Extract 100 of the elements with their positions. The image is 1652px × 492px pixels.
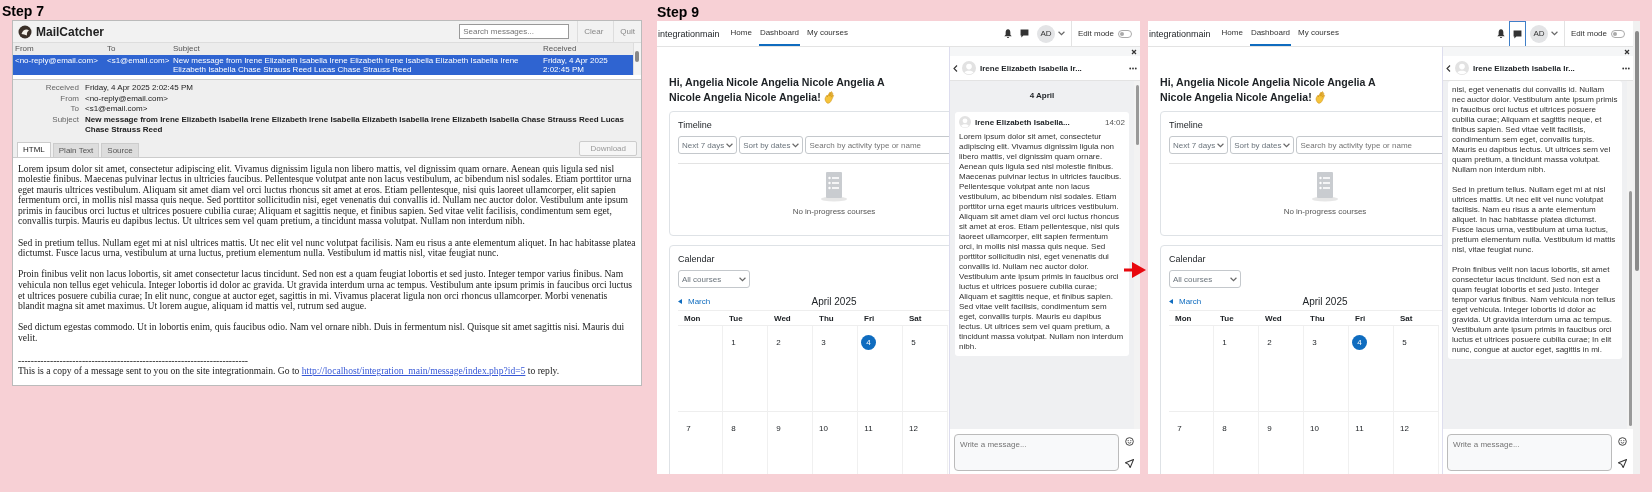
calendar-cell[interactable]: 3 xyxy=(813,326,858,412)
search-field[interactable]: Search by activity type or name xyxy=(1296,136,1442,154)
day-number[interactable]: 10 xyxy=(1307,421,1322,436)
nav-tab[interactable]: My courses xyxy=(1297,21,1340,46)
previous-month-link[interactable]: March xyxy=(678,297,812,306)
reply-link[interactable]: http://localhost/integration_main/message/index.php?id=5 xyxy=(301,365,526,377)
notification-bell-icon[interactable] xyxy=(1003,29,1012,38)
send-icon[interactable] xyxy=(1618,459,1627,468)
nav-tab[interactable]: Dashboard xyxy=(1249,21,1292,46)
day-number[interactable]: 2 xyxy=(771,335,786,350)
day-number[interactable]: 12 xyxy=(1397,421,1412,436)
calendar-cell[interactable]: 7 xyxy=(1169,412,1214,474)
day-number[interactable]: 2 xyxy=(1262,335,1277,350)
nav-tab[interactable]: Home xyxy=(729,21,753,46)
day-number[interactable]: 3 xyxy=(1307,335,1322,350)
calendar-cell[interactable]: 5 xyxy=(1394,326,1439,412)
back-icon[interactable] xyxy=(953,64,958,72)
day-number[interactable]: 4 xyxy=(861,335,876,350)
calendar-cell[interactable]: 8 xyxy=(723,412,768,474)
day-number[interactable]: 5 xyxy=(1397,335,1412,350)
weekday-header: Tue xyxy=(723,311,768,326)
calendar-cell[interactable]: 9 xyxy=(768,412,813,474)
table-cell-text: Friday, 4 Apr 2025 2:02:45 PM xyxy=(542,56,609,74)
nav-tab[interactable]: My courses xyxy=(806,21,849,46)
day-number[interactable]: 11 xyxy=(861,421,876,436)
tab[interactable]: Source xyxy=(101,142,139,157)
messages-button[interactable] xyxy=(1508,21,1526,46)
calendar-cell[interactable]: 8 xyxy=(1214,412,1259,474)
nav-tab[interactable]: Dashboard xyxy=(758,21,801,46)
card-title: Calendar xyxy=(1169,254,1207,264)
calendar-cell[interactable]: 4 xyxy=(1349,326,1394,412)
calendar-cell[interactable]: 10 xyxy=(813,412,858,474)
emoji-icon[interactable] xyxy=(1125,437,1134,446)
more-icon[interactable] xyxy=(1622,66,1630,70)
calendar-cell[interactable]: 12 xyxy=(903,412,948,474)
calendar-cell[interactable]: 1 xyxy=(1214,326,1259,412)
app-title: MailCatcher xyxy=(36,24,105,39)
search-field[interactable]: Search messages... xyxy=(459,24,570,39)
calendar-cell[interactable]: 3 xyxy=(1304,326,1349,412)
day-number[interactable]: 11 xyxy=(1352,421,1367,436)
filter-dropdown[interactable]: Next 7 days xyxy=(678,136,738,154)
user-avatar[interactable]: AD xyxy=(1529,24,1548,43)
close-icon[interactable] xyxy=(1624,48,1630,55)
filter-dropdown[interactable]: Sort by dates xyxy=(739,136,804,154)
day-number[interactable]: 7 xyxy=(681,421,696,436)
notification-bell-icon[interactable] xyxy=(1496,29,1505,38)
scrollbar[interactable] xyxy=(1633,21,1640,474)
avatar-icon xyxy=(959,116,971,128)
course-filter-dropdown[interactable]: All courses xyxy=(1169,270,1241,288)
weekday-header: Sat xyxy=(1394,311,1439,326)
day-number[interactable]: 8 xyxy=(1217,421,1232,436)
calendar-cell[interactable]: 2 xyxy=(1259,326,1304,412)
chat-bubble-icon xyxy=(1512,29,1522,39)
filter-dropdown[interactable]: Next 7 days xyxy=(1169,136,1229,154)
calendar-cell[interactable]: 4 xyxy=(858,326,903,412)
day-number[interactable]: 12 xyxy=(906,421,921,436)
site-name[interactable]: integrationmain xyxy=(657,28,720,39)
message-row[interactable] xyxy=(13,55,633,75)
caret-icon xyxy=(1283,142,1291,148)
calendar-cell[interactable]: 7 xyxy=(678,412,723,474)
previous-month-link[interactable]: March xyxy=(1169,297,1303,306)
day-number[interactable]: 4 xyxy=(1352,335,1367,350)
send-icon[interactable] xyxy=(1125,459,1134,468)
emoji-icon[interactable] xyxy=(1618,437,1627,446)
day-number[interactable]: 9 xyxy=(1262,421,1277,436)
day-number[interactable]: 10 xyxy=(816,421,831,436)
calendar-cell[interactable]: 5 xyxy=(903,326,948,412)
day-number[interactable]: 8 xyxy=(726,421,741,436)
more-icon[interactable] xyxy=(1129,66,1137,70)
day-number[interactable]: 5 xyxy=(906,335,921,350)
filter-dropdown[interactable]: Sort by dates xyxy=(1230,136,1295,154)
column-header: From xyxy=(14,43,35,55)
avatar-icon xyxy=(1455,61,1469,75)
day-number[interactable]: 3 xyxy=(816,335,831,350)
calendar-cell[interactable]: 2 xyxy=(768,326,813,412)
day-number[interactable]: 1 xyxy=(726,335,741,350)
message-input[interactable]: Write a message... xyxy=(1447,434,1612,471)
user-avatar[interactable]: AD xyxy=(1036,24,1055,43)
table-cell-text: <s1@email.com> xyxy=(106,56,171,67)
calendar-cell[interactable]: 11 xyxy=(1349,412,1394,474)
calendar-cell[interactable]: 10 xyxy=(1304,412,1349,474)
day-number[interactable]: 7 xyxy=(1172,421,1187,436)
calendar-cell[interactable]: 9 xyxy=(1259,412,1304,474)
search-field[interactable]: Search by activity type or name xyxy=(805,136,949,154)
tab[interactable]: Plain Text xyxy=(52,142,100,157)
site-name[interactable]: integrationmain xyxy=(1148,28,1211,39)
day-number[interactable]: 1 xyxy=(1217,335,1232,350)
back-icon[interactable] xyxy=(1446,64,1451,72)
calendar-cell[interactable]: 1 xyxy=(723,326,768,412)
field-value: <no-reply@email.com> xyxy=(85,93,169,104)
nav-tab[interactable]: Home xyxy=(1220,21,1244,46)
calendar-cell[interactable]: 11 xyxy=(858,412,903,474)
calendar-cell[interactable]: 12 xyxy=(1394,412,1439,474)
message-text: Proin finibus velit non lacus lobortis, sit amet consectetur lacus tincidunt. Sed non est a quam feugiat lobortis et sed justo. Integer tempor varius finibus. Nam vehicula non tellus eget vehicula. Integer lobortis id dolor ac gravida. Ut gravida interdum urna ac tempus. Vestibulum ante ipsum primis in faucibus orci luctus et ultrices posuere cubilia curae; In elit nunc, congue at auctor eget, sagittis in mi. xyxy=(1452,265,1617,355)
message-input[interactable]: Write a message... xyxy=(954,434,1119,471)
close-icon[interactable] xyxy=(1131,48,1137,55)
tab[interactable]: HTML xyxy=(17,141,51,157)
day-number[interactable]: 9 xyxy=(771,421,786,436)
course-filter-dropdown[interactable]: All courses xyxy=(678,270,750,288)
footer-text: This is a copy of a message sent to you on the site integrationmain. Go to http://localhost/integration_main/message/index.php?id=5 to reply. xyxy=(18,366,561,377)
